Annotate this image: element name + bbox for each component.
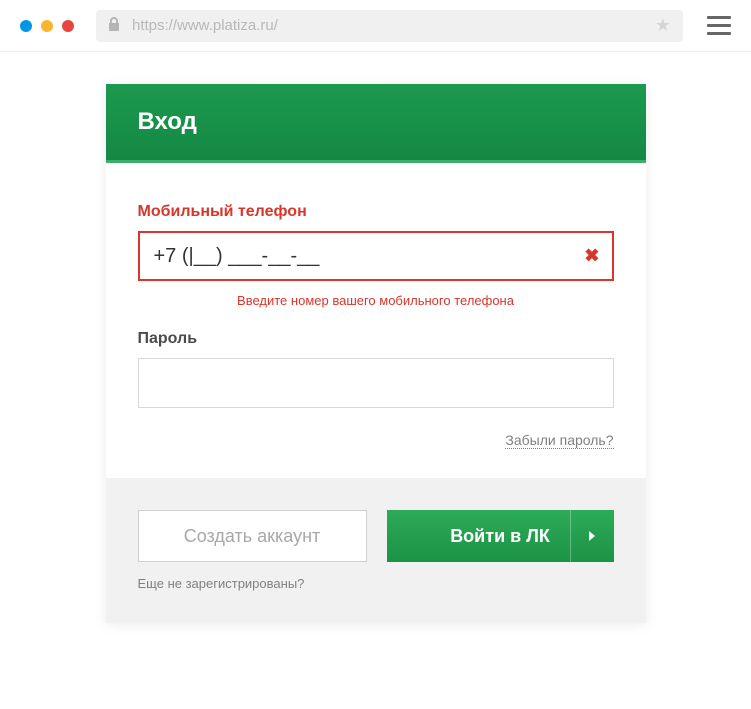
bookmark-star-icon[interactable]: ★ (655, 15, 671, 36)
phone-group: Мобильный телефон ✖ Введите номер вашего… (138, 203, 614, 308)
create-account-button[interactable]: Создать аккаунт (138, 510, 367, 562)
window-close-icon[interactable] (20, 20, 32, 32)
card-body: Мобильный телефон ✖ Введите номер вашего… (106, 163, 646, 478)
login-card: Вход Мобильный телефон ✖ Введите номер в… (106, 84, 646, 623)
buttons-row: Создать аккаунт Войти в ЛК (138, 510, 614, 562)
not-registered-text: Еще не зарегистрированы? (138, 576, 614, 591)
password-input[interactable] (138, 358, 614, 408)
chevron-right-icon (570, 510, 614, 562)
phone-error-text: Введите номер вашего мобильного телефона (138, 293, 614, 308)
window-controls (20, 20, 74, 32)
page-container: Вход Мобильный телефон ✖ Введите номер в… (0, 52, 751, 623)
phone-input-wrapper: ✖ (138, 231, 614, 281)
card-footer: Создать аккаунт Войти в ЛК Еще не зареги… (106, 478, 646, 623)
menu-hamburger-icon[interactable] (707, 16, 731, 35)
url-text: https://www.platiza.ru/ (132, 17, 655, 34)
clear-phone-button[interactable]: ✖ (584, 246, 599, 267)
browser-bar: https://www.platiza.ru/ ★ (0, 0, 751, 52)
phone-input[interactable] (138, 231, 614, 281)
forgot-password-link[interactable]: Забыли пароль? (505, 432, 613, 449)
password-label: Пароль (138, 330, 614, 348)
window-maximize-icon[interactable] (62, 20, 74, 32)
forgot-password-row: Забыли пароль? (138, 432, 614, 450)
phone-label: Мобильный телефон (138, 203, 614, 221)
close-icon: ✖ (584, 246, 599, 266)
card-header: Вход (106, 84, 646, 163)
window-minimize-icon[interactable] (41, 20, 53, 32)
url-bar[interactable]: https://www.platiza.ru/ ★ (96, 10, 683, 42)
lock-icon (108, 17, 120, 34)
login-button-label: Войти в ЛК (450, 526, 550, 547)
password-group: Пароль (138, 330, 614, 408)
login-button[interactable]: Войти в ЛК (387, 510, 614, 562)
